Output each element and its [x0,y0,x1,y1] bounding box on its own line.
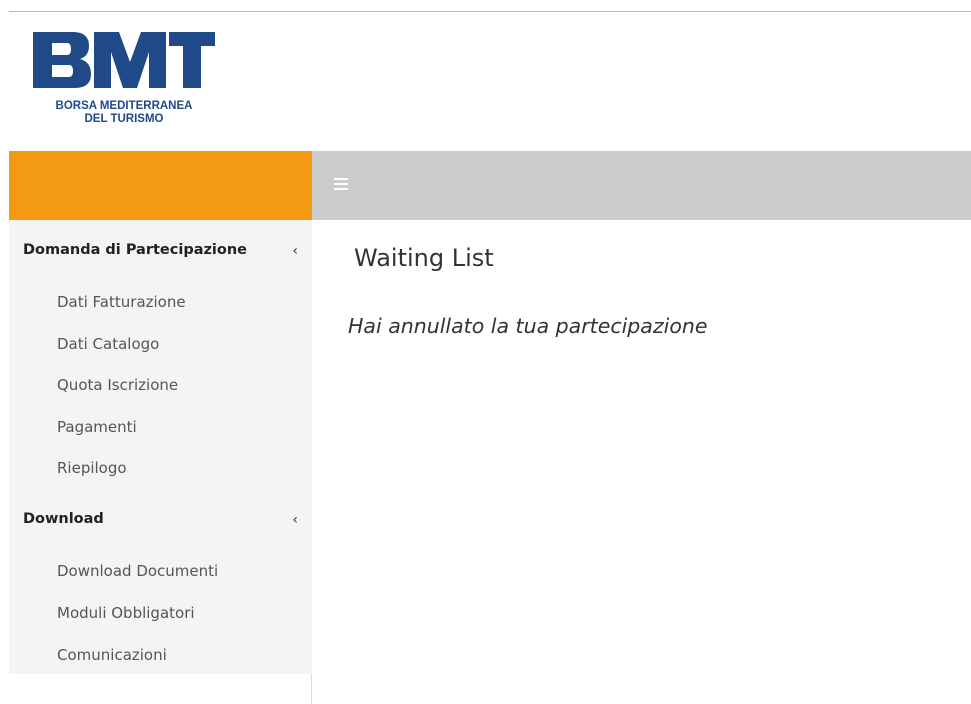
logo-subtitle-line2: DEL TURISMO [84,113,164,125]
status-message: Hai annullato la tua partecipazione [348,314,708,338]
chevron-left-icon: ‹ [292,512,298,528]
sidebar-section-domanda[interactable]: Domanda di Partecipazione ‹ [23,242,298,262]
sidebar-section-download[interactable]: Download ‹ [23,511,298,531]
sidebar-item-comunicazioni[interactable]: Comunicazioni [57,646,167,666]
bmt-logo[interactable]: BORSA MEDITERRANEA DEL TURISMO [33,32,215,132]
sidebar-section-label: Download [23,511,104,527]
sidebar-item-dati-fatturazione[interactable]: Dati Fatturazione [57,293,186,313]
sidebar-item-quota-iscrizione[interactable]: Quota Iscrizione [57,376,178,396]
hamburger-icon[interactable] [334,178,348,191]
logo-subtitle-line1: BORSA MEDITERRANEA [55,100,193,112]
sidebar-item-moduli-obbligatori[interactable]: Moduli Obbligatori [57,604,195,624]
chevron-left-icon: ‹ [292,243,298,259]
top-divider [9,11,971,12]
sidebar: Domanda di Partecipazione ‹ Dati Fattura… [9,220,312,674]
page-title: Waiting List [354,244,494,272]
sidebar-item-dati-catalogo[interactable]: Dati Catalogo [57,335,159,355]
page: BORSA MEDITERRANEA DEL TURISMO Domanda d… [0,0,971,704]
sidebar-item-download-documenti[interactable]: Download Documenti [57,562,218,582]
sidebar-border [311,674,312,704]
logo-subtitle: BORSA MEDITERRANEA DEL TURISMO [33,100,215,126]
header-navbar [312,151,971,220]
logo-mark [33,32,215,88]
logo-lettering [33,32,215,88]
sidebar-item-pagamenti[interactable]: Pagamenti [57,418,137,438]
sidebar-item-riepilogo[interactable]: Riepilogo [57,459,127,479]
header-brand-bar [9,151,312,220]
sidebar-section-label: Domanda di Partecipazione [23,242,248,258]
